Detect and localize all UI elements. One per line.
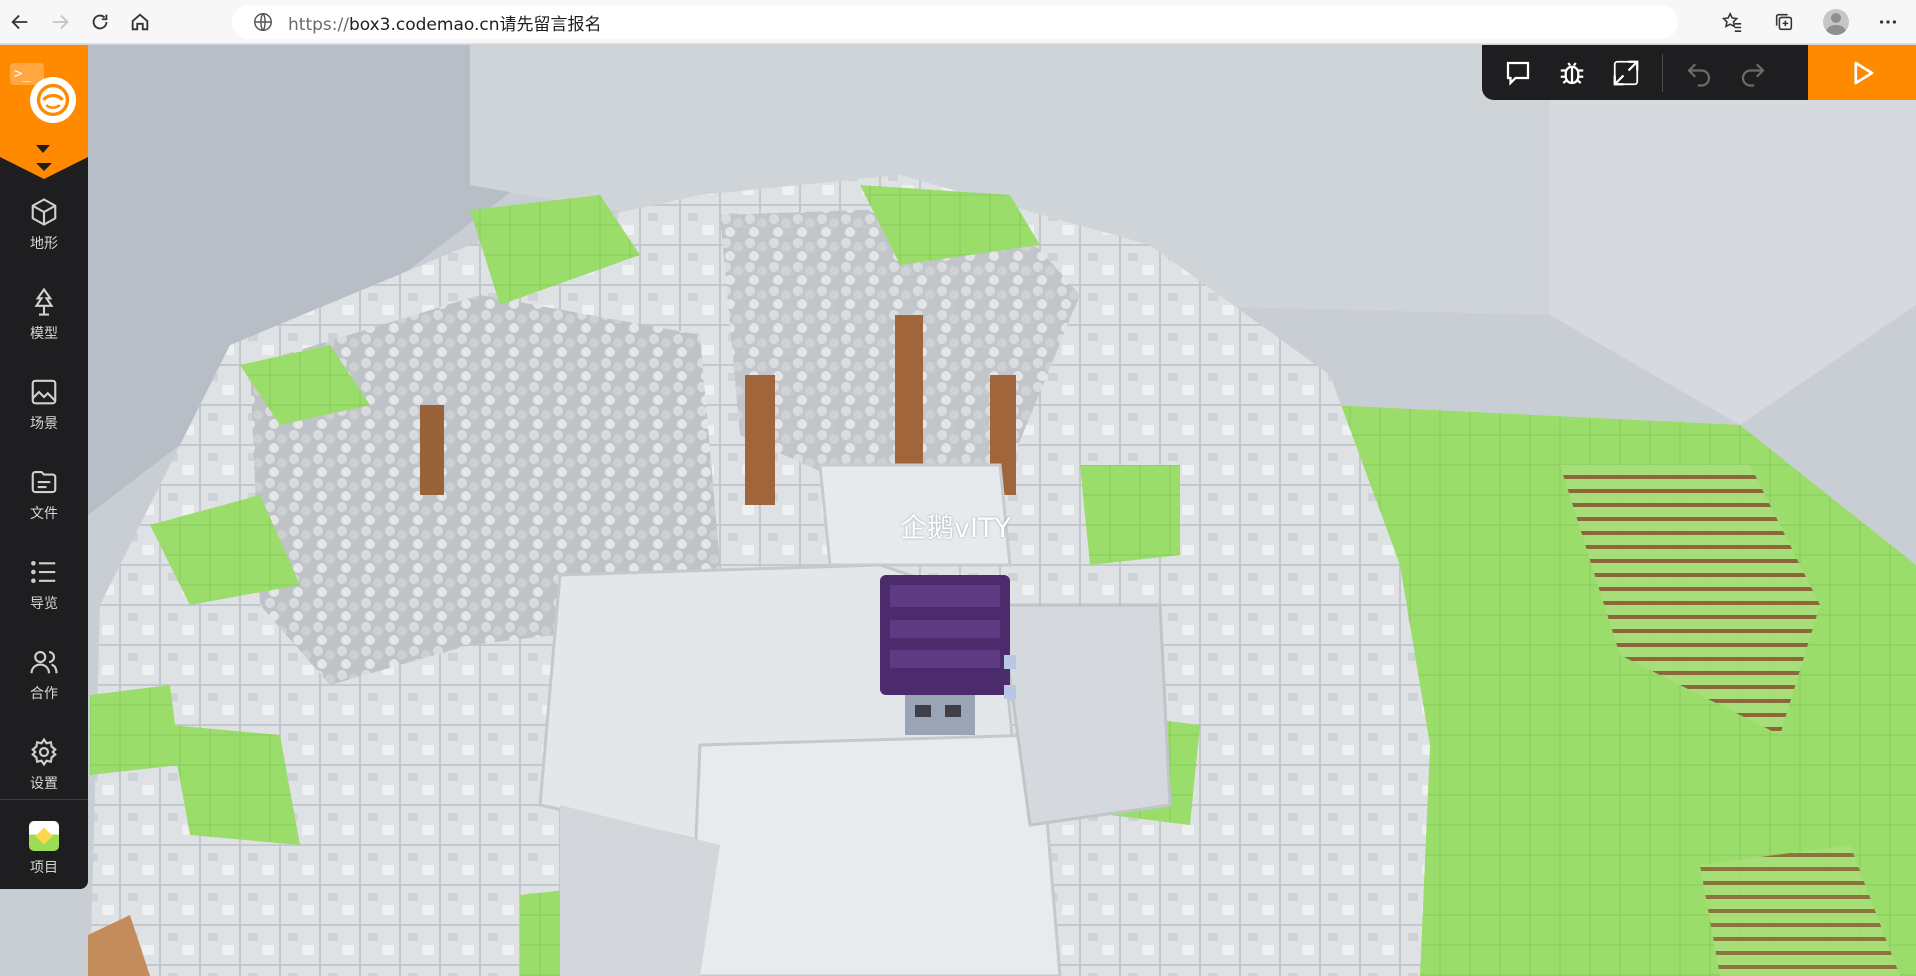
refresh-icon — [92, 14, 108, 29]
sidebar-divider — [0, 799, 88, 800]
editor-toolbar — [1482, 45, 1808, 100]
home-icon — [131, 12, 149, 30]
sidebar-item-scene[interactable]: 场景 — [0, 365, 88, 445]
sidebar-item-files[interactable]: 文件 — [0, 455, 88, 535]
more-button[interactable] — [1868, 2, 1908, 42]
collections-icon — [1775, 13, 1793, 31]
tree-icon — [34, 287, 54, 316]
logo-icon — [30, 77, 76, 123]
globe-icon — [254, 13, 272, 31]
back-button[interactable] — [0, 2, 40, 42]
browser-toolbar: https://box3.codemao.cn请先留言报名 — [0, 0, 1916, 44]
profile-button[interactable] — [1816, 2, 1856, 42]
sidebar-item-label: 文件 — [30, 506, 58, 522]
sidebar-item-label: 项目 — [30, 860, 58, 876]
back-icon — [11, 14, 28, 29]
undo-button[interactable] — [1681, 55, 1717, 91]
list-icon — [31, 560, 56, 584]
expand-icon — [1613, 60, 1639, 85]
folder-icon — [31, 470, 57, 494]
sidebar-item-label: 地形 — [30, 236, 58, 252]
sidebar-item-project[interactable]: 项目 — [0, 809, 88, 889]
browser-right-tools — [1712, 2, 1908, 42]
forward-icon — [52, 14, 69, 29]
forward-button[interactable] — [40, 2, 80, 42]
sidebar-item-label: 合作 — [30, 686, 58, 702]
editor-sidebar: >_ 地形 模型 场景 文件 导览 合作 设置 项目 — [0, 45, 88, 889]
sidebar-item-guide[interactable]: 导览 — [0, 545, 88, 625]
address-bar[interactable]: https://box3.codemao.cn请先留言报名 — [232, 5, 1678, 39]
toolbar-separator — [1662, 53, 1663, 92]
play-icon — [1854, 61, 1874, 84]
profile-icon — [1823, 9, 1849, 35]
play-button[interactable] — [1808, 45, 1916, 100]
sidebar-item-label: 设置 — [30, 776, 58, 792]
sidebar-item-models[interactable]: 模型 — [0, 275, 88, 355]
refresh-button[interactable] — [80, 2, 120, 42]
url-host: box3.codemao.cn请先留言报名 — [348, 14, 602, 35]
sidebar-item-settings[interactable]: 设置 — [0, 725, 88, 805]
collections-button[interactable] — [1764, 2, 1804, 42]
sidebar-item-label: 模型 — [30, 326, 58, 342]
expand-button[interactable] — [1608, 55, 1644, 91]
sidebar-item-collaborate[interactable]: 合作 — [0, 635, 88, 715]
image-icon — [31, 379, 57, 405]
users-icon — [30, 650, 58, 674]
more-icon — [1879, 20, 1897, 24]
undo-icon — [1687, 62, 1711, 87]
debug-button[interactable] — [1554, 55, 1590, 91]
home-button[interactable] — [120, 2, 160, 42]
sidebar-item-label: 导览 — [30, 596, 58, 612]
gear-icon — [31, 737, 57, 767]
favorites-icon — [1721, 11, 1742, 32]
player-name-label: 企鹅vITY — [900, 513, 1011, 544]
brand-menu[interactable]: >_ — [0, 45, 88, 157]
url-scheme: https:// — [288, 14, 349, 35]
chat-button[interactable] — [1500, 55, 1536, 91]
sidebar-item-terrain[interactable]: 地形 — [0, 185, 88, 265]
chat-icon — [1506, 61, 1530, 86]
project-thumbnail — [29, 821, 59, 851]
cube-icon — [31, 198, 57, 226]
chevron-down-icon — [36, 145, 50, 153]
brand-notch — [0, 157, 88, 179]
bug-icon — [1560, 61, 1584, 84]
sidebar-item-label: 场景 — [30, 416, 58, 432]
redo-button[interactable] — [1735, 55, 1771, 91]
url-text: https://box3.codemao.cn请先留言报名 — [288, 10, 602, 35]
favorites-button[interactable] — [1712, 2, 1752, 42]
redo-icon — [1741, 62, 1765, 87]
